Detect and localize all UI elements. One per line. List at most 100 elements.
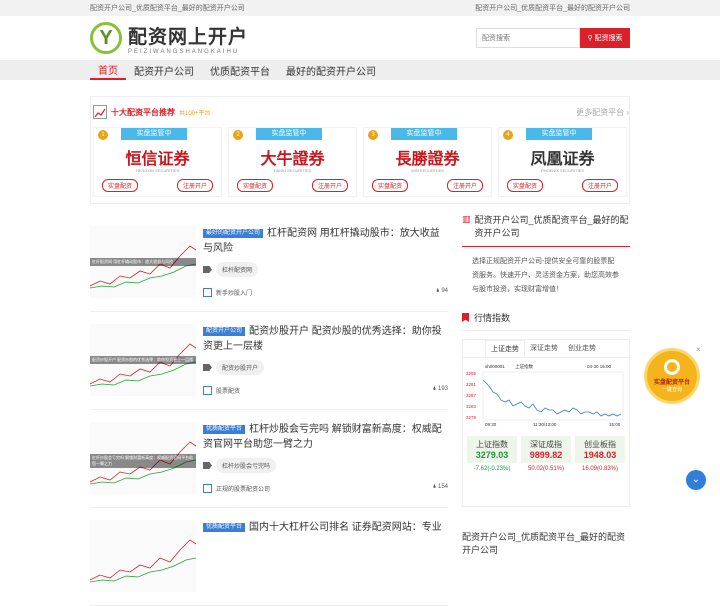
views-icon: 🌢 — [436, 288, 440, 294]
regulated-badge: 实盘监管中 — [256, 128, 322, 140]
logo[interactable]: Y 配资网上开户 PEIZIWANGSHANGKAIHU — [90, 22, 248, 55]
platform-card[interactable]: 1 实盘监管中 恒信证券 HENGXIN SECURITIES 实盘配资 注册开… — [93, 127, 222, 197]
article-list: 杠杆配资网 用杠杆撬动股市：放大收益与风险 最好的配资开户公司 杠杆配资网 用杠杆… — [90, 214, 448, 606]
real-trade-button[interactable]: 实盘配资 — [102, 179, 139, 192]
index-cell[interactable]: 上证指数 3279.03 -7.62(-0.23%) — [467, 436, 517, 472]
search-button-label: 配资搜索 — [594, 35, 623, 42]
search-icon: ⚲ — [587, 35, 593, 42]
tag-icon — [203, 462, 212, 469]
more-platforms-link[interactable]: 更多配资平台 › — [576, 107, 629, 118]
float-query-badge[interactable]: 实盘配资平台 一键查询 — [644, 348, 700, 404]
source-icon — [203, 288, 212, 297]
chart-x-start: 09:30 — [485, 422, 497, 427]
scroll-top-button[interactable]: ⌄ — [686, 470, 706, 490]
chart-name: 上证指数 — [515, 363, 533, 370]
article-title-text: 国内十大杠杆公司排名 证券配资网站：专业 — [249, 522, 442, 533]
tab-shenzhen[interactable]: 深证走势 — [525, 340, 563, 357]
trend-chart-icon — [93, 105, 107, 119]
tab-chuangye[interactable]: 创业走势 — [563, 340, 601, 357]
search-form: ⚲ 配资搜索 — [476, 28, 630, 48]
article-item[interactable]: 优质配资平台 国内十大杠杆公司排名 证券配资网站：专业 — [90, 508, 448, 606]
sidebar-description: 选择正规配资开户公司-提供安全可靠的股票配资服务。快速开户、灵活资金方案，助您高… — [472, 258, 619, 293]
article-tag[interactable]: 杠杆配资网 — [216, 262, 259, 277]
quote-widget: 上证走势 深证走势 创业走势 sh000001 上证指数 04-30 15:00… — [462, 339, 630, 507]
brand-name: 恒信证券 — [125, 151, 190, 168]
article-thumbnail[interactable]: 杠杆配资网 用杠杆撬动股市：放大收益与风险 — [90, 226, 196, 298]
thumbnail-caption: 配资炒股开户 配资炒股的优秀选择：助你投资更上一层楼 — [90, 355, 196, 364]
index-value: 1948.03 — [583, 450, 617, 460]
chart-y-label: 3291 — [466, 382, 477, 387]
thumbnail-caption: 杠杆炒股会亏完吗 解锁财富新高度：权威配资官网平台助您一臂之力 — [90, 453, 196, 468]
category-badge[interactable]: 最好的配资开户公司 — [203, 228, 264, 238]
register-button[interactable]: 注册开户 — [311, 179, 348, 192]
article-title[interactable]: 优质配资平台 国内十大杠杆公司排名 证券配资网站：专业 — [203, 520, 448, 535]
article-thumbnail[interactable] — [90, 520, 196, 592]
chart-code: sh000001 — [485, 364, 505, 369]
article-item[interactable]: 杠杆配资网 用杠杆撬动股市：放大收益与风险 最好的配资开户公司 杠杆配资网 用杠杆… — [90, 214, 448, 312]
real-trade-button[interactable]: 实盘配资 — [237, 179, 274, 192]
more-platforms-label: 更多配资平台 — [576, 107, 625, 117]
article-thumbnail[interactable]: 杠杆炒股会亏完吗 解锁财富新高度：权威配资官网平台助您一臂之力 — [90, 422, 196, 494]
article-source[interactable]: 新手炒股入门 — [216, 288, 252, 297]
index-chart: sh000001 上证指数 04-30 15:00 3295 3291 3287 32… — [466, 363, 624, 427]
brand-en: WIN SECURITIES — [411, 168, 444, 173]
register-button[interactable]: 注册开户 — [446, 179, 483, 192]
register-button[interactable]: 注册开户 — [176, 179, 213, 192]
nav-zuihao[interactable]: 最好的配资开户公司 — [278, 60, 384, 80]
index-value: 3279.03 — [475, 450, 509, 460]
category-badge[interactable]: 配资开户公司 — [203, 326, 246, 336]
article-title[interactable]: 最好的配资开户公司 杠杆配资网 用杠杆撬动股市：放大收益与风险 — [203, 226, 448, 256]
nav-home[interactable]: 首页 — [90, 60, 126, 80]
article-tag[interactable]: 杠杆炒股会亏完吗 — [216, 458, 277, 473]
tab-shanghai[interactable]: 上证走势 — [485, 340, 525, 357]
brand-en: DANIU SECURITIES — [273, 168, 312, 173]
article-title[interactable]: 优质配资平台 杠杆炒股会亏完吗 解锁财富新高度：权威配资官网平台助您一臂之力 — [203, 422, 448, 452]
article-title[interactable]: 配资开户公司 配资炒股开户 配资炒股的优秀选择：助你投资更上一层楼 — [203, 324, 448, 354]
chart-time: 04-30 15:00 — [587, 364, 612, 369]
views-icon: 🌢 — [432, 484, 437, 490]
real-trade-button[interactable]: 实盘配资 — [372, 179, 409, 192]
logo-title: 配资网上开户 — [128, 26, 249, 48]
register-button[interactable]: 注册开户 — [581, 179, 618, 192]
article-thumbnail[interactable]: 配资炒股开户 配资炒股的优秀选择：助你投资更上一层楼 — [90, 324, 196, 396]
bar-chart-icon: ▥ — [462, 214, 471, 224]
nav-kaihu[interactable]: 配资开户公司 — [126, 60, 202, 80]
tag-icon — [203, 266, 212, 273]
recommend-count: 共100+平台 — [179, 110, 211, 117]
article-item[interactable]: 杠杆炒股会亏完吗 解锁财富新高度：权威配资官网平台助您一臂之力 优质配资平台 杠杆… — [90, 410, 448, 508]
article-source[interactable]: 股票配资 — [216, 386, 240, 395]
recommend-section: 十大配资平台推荐 共100+平台 更多配资平台 › 1 实盘监管中 恒信证券 H… — [90, 96, 630, 204]
thumbnail-caption: 杠杆配资网 用杠杆撬动股市：放大收益与风险 — [90, 257, 196, 266]
platform-card[interactable]: 2 实盘监管中 大牛證券 DANIU SECURITIES 实盘配资 注册开户 — [228, 127, 357, 197]
article-source[interactable]: 正规的股票配资公司 — [216, 484, 270, 493]
index-value: 9899.82 — [529, 450, 563, 460]
index-name: 上证指数 — [476, 440, 508, 449]
real-trade-button[interactable]: 实盘配资 — [507, 179, 544, 192]
category-badge[interactable]: 优质配资平台 — [203, 424, 246, 434]
platform-card[interactable]: 4 实盘监管中 凤凰证券 PHOENIX SECURITIES 实盘配资 注册开… — [498, 127, 627, 197]
chart-y-label: 3279 — [466, 415, 477, 420]
regulated-badge: 实盘监管中 — [391, 128, 457, 140]
index-cell[interactable]: 深证成指 9899.82 50.02(0.51%) — [521, 436, 571, 472]
header: Y 配资网上开户 PEIZIWANGSHANGKAIHU ⚲ 配资搜索 — [0, 16, 720, 60]
close-icon[interactable]: × — [696, 345, 701, 354]
source-icon — [203, 484, 212, 493]
source-icon — [203, 386, 212, 395]
float-line2: 一键查询 — [661, 387, 682, 393]
chart-x-mid: 11:30/13:00 — [533, 422, 557, 427]
search-input[interactable] — [476, 28, 580, 48]
logo-subtitle: PEIZIWANGSHANGKAIHU — [128, 48, 240, 55]
rank-badge: 4 — [503, 130, 513, 140]
category-badge[interactable]: 优质配资平台 — [203, 522, 246, 532]
article-item[interactable]: 配资炒股开户 配资炒股的优秀选择：助你投资更上一层楼 配资开户公司 配资炒股开户 … — [90, 312, 448, 410]
bookmark-icon — [462, 313, 469, 322]
article-tag[interactable]: 配资炒股开户 — [216, 360, 265, 375]
nav-youzhi[interactable]: 优质配资平台 — [202, 60, 278, 80]
float-line1: 实盘配资平台 — [653, 380, 690, 386]
article-views: 154 — [437, 484, 448, 490]
rank-badge: 3 — [368, 130, 378, 140]
search-button[interactable]: ⚲ 配资搜索 — [580, 28, 630, 48]
platform-card[interactable]: 3 实盘监管中 長勝證券 WIN SECURITIES 实盘配资 注册开户 — [363, 127, 492, 197]
index-cell[interactable]: 创业板指 1948.03 16.09(0.83%) — [575, 436, 625, 472]
index-change: 16.09(0.83%) — [581, 466, 619, 472]
